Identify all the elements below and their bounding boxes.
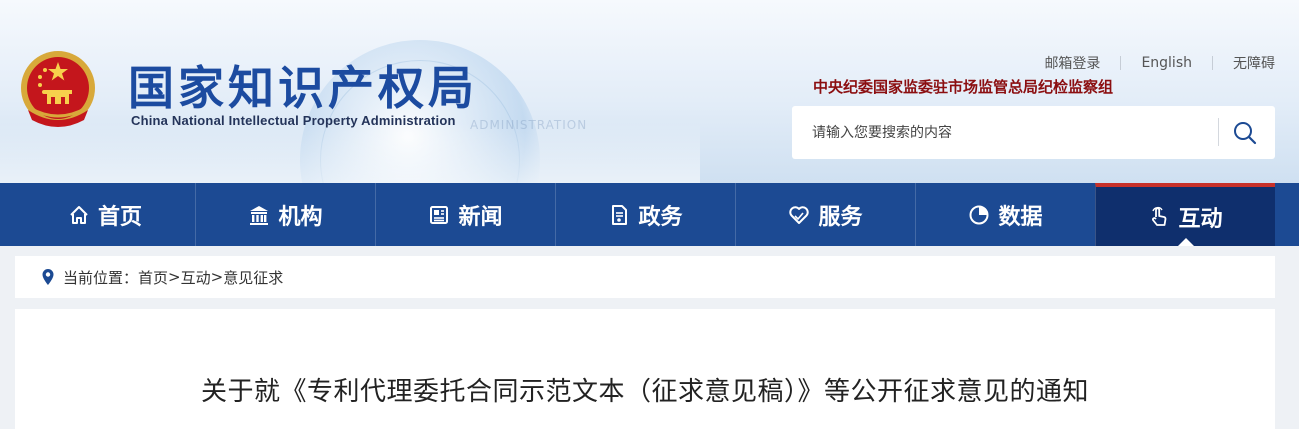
nav-item-label: 服务 [818,204,863,230]
nav-item-home[interactable]: 首页 [15,183,195,246]
link-divider [1120,56,1122,70]
nav-item-label: 首页 [97,204,142,230]
nav-item-label: 互动 [1178,206,1223,232]
active-caret [1177,238,1194,246]
main-nav: 首页 机构 新闻 政务 服务 数据 互动 [0,183,1299,246]
english-link[interactable]: English [1141,55,1192,71]
nav-item-news[interactable]: 新闻 [375,183,555,246]
breadcrumb-interaction-link[interactable]: 互动 [181,267,211,288]
search-divider [1218,118,1219,146]
home-icon [70,205,88,224]
nav-item-government-affairs[interactable]: 政务 [555,183,735,246]
nav-item-label: 机构 [278,204,323,230]
top-links: 邮箱登录 English 无障碍 [1044,53,1275,73]
site-header: ADMINISTRATION 国家知识产权局 China National In… [0,0,1299,183]
breadcrumb-home-link[interactable]: 首页 [138,267,168,288]
nav-item-label: 政务 [638,204,683,230]
article-panel: 关于就《专利代理委托合同示范文本（征求意见稿）》等公开征求意见的通知 [15,309,1275,429]
pie-chart-icon [969,205,989,224]
nav-item-institution[interactable]: 机构 [195,183,375,246]
breadcrumb-current[interactable]: 意见征求 [223,267,283,288]
breadcrumb-separator: > [210,268,224,286]
link-divider [1212,56,1213,70]
nav-item-interaction[interactable]: 互动 [1095,183,1275,246]
location-pin-icon [42,269,54,285]
search-button[interactable] [1225,114,1265,151]
breadcrumb: 当前位置： 首页 > 互动 > 意见征求 [15,256,1275,298]
breadcrumb-separator: > [168,268,181,286]
nav-item-label: 新闻 [458,204,503,230]
search-icon [1234,121,1257,144]
mail-login-link[interactable]: 邮箱登录 [1044,53,1100,73]
accessibility-link[interactable]: 无障碍 [1233,53,1275,73]
institution-icon [250,205,269,225]
search-box [792,106,1275,159]
nav-item-data[interactable]: 数据 [915,183,1095,246]
header-watermark: ADMINISTRATION [470,118,588,132]
newspaper-icon [430,205,449,224]
hand-pointer-icon [1152,206,1167,226]
nav-item-services[interactable]: 服务 [735,183,915,246]
article-title: 关于就《专利代理委托合同示范文本（征求意见稿）》等公开征求意见的通知 [200,377,1089,407]
service-heart-icon [789,205,810,224]
national-emblem-icon[interactable] [18,48,98,132]
site-subtitle: China National Intellectual Property Adm… [131,113,456,128]
site-title[interactable]: 国家知识产权局 [128,52,478,118]
search-input[interactable] [792,106,1217,159]
discipline-inspection-link[interactable]: 中央纪委国家监委驻市场监管总局纪检监察组 [813,76,1113,97]
breadcrumb-prefix: 当前位置： [63,268,139,287]
nav-item-label: 数据 [998,204,1043,230]
clouds-decoration [0,123,700,183]
document-icon [612,204,628,225]
